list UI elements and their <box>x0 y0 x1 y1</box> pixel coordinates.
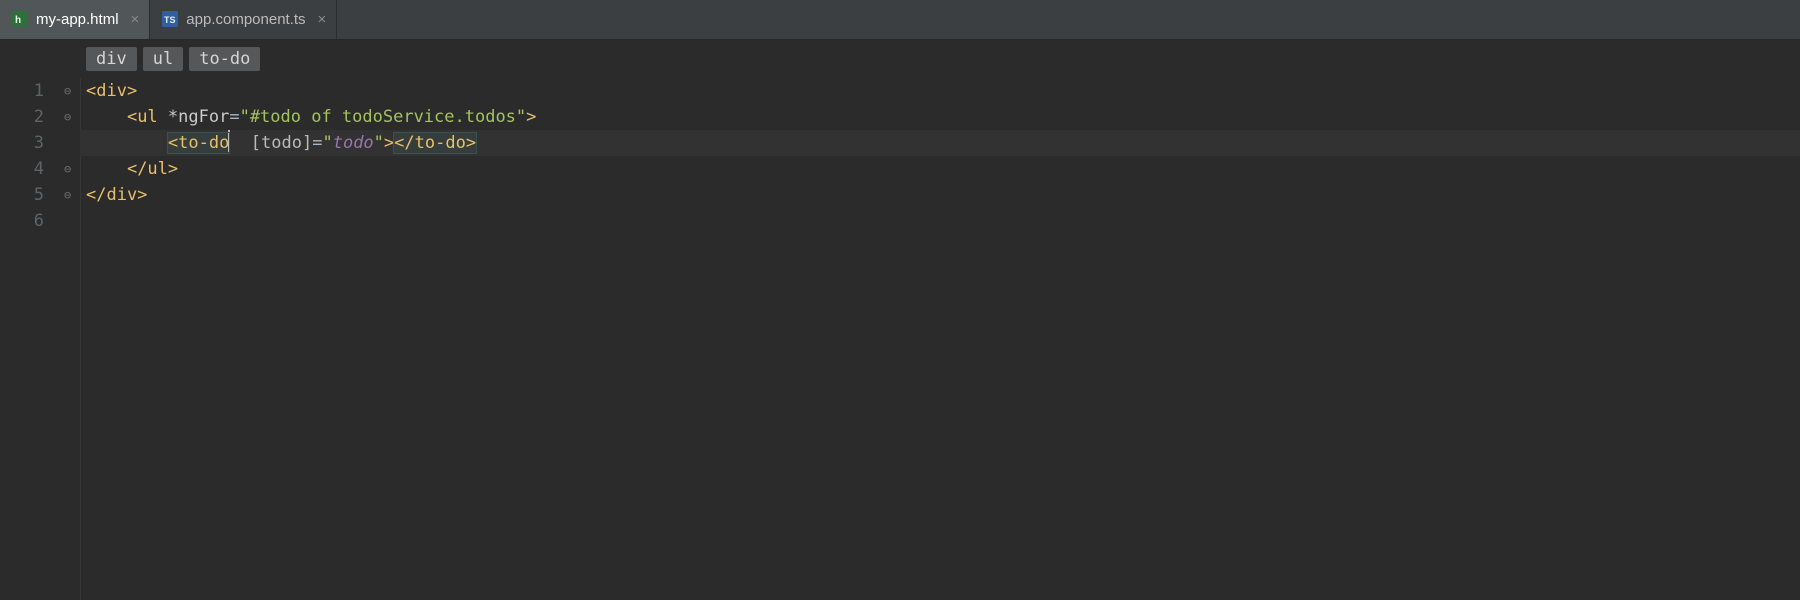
code-token: " <box>374 133 384 153</box>
code-token: todo <box>333 133 374 153</box>
gutter: 1 2 3 4 5 6 <box>0 78 64 600</box>
code-token: <ul <box>127 107 168 127</box>
code-token <box>86 159 127 179</box>
code-line[interactable]: </ul> <box>80 156 1800 182</box>
tab-app-component-ts[interactable]: TS app.component.ts × <box>150 0 337 39</box>
svg-text:TS: TS <box>164 15 176 25</box>
tab-label: app.component.ts <box>186 11 305 28</box>
code-token: = <box>229 107 239 127</box>
line-number: 1 <box>0 78 64 104</box>
fold-column: ⊖ ⊖ ⊖ ⊖ <box>64 78 80 600</box>
breadcrumb-item-ul[interactable]: ul <box>143 47 183 71</box>
tab-my-app-html[interactable]: h my-app.html × <box>0 0 150 39</box>
html-file-icon: h <box>12 11 28 27</box>
svg-text:h: h <box>15 15 21 26</box>
ts-file-icon: TS <box>162 11 178 27</box>
tab-label: my-app.html <box>36 11 119 28</box>
code-line[interactable]: <ul *ngFor="#todo of todoService.todos"> <box>80 104 1800 130</box>
fold-toggle-icon[interactable]: ⊖ <box>64 85 76 97</box>
code-token: " <box>322 133 332 153</box>
code-token <box>230 133 250 153</box>
code-token: = <box>312 133 322 153</box>
close-icon[interactable]: × <box>314 11 327 28</box>
code-token: *ngFor <box>168 107 229 127</box>
breadcrumb-item-div[interactable]: div <box>86 47 137 71</box>
code-token: <div> <box>86 81 137 101</box>
breadcrumb-item-to-do[interactable]: to-do <box>189 47 260 71</box>
code-token: [todo] <box>251 133 312 153</box>
code-editor[interactable]: 1 2 3 4 5 6 ⊖⊖⊖⊖ <div> <ul *ngFor="#todo… <box>0 78 1800 600</box>
fold-toggle-icon[interactable]: ⊖ <box>64 163 76 175</box>
fold-toggle-icon[interactable]: ⊖ <box>64 111 76 123</box>
tab-bar: h my-app.html × TS app.component.ts × <box>0 0 1800 40</box>
fold-toggle-icon[interactable]: ⊖ <box>64 189 76 201</box>
code-token <box>86 133 168 153</box>
code-token: </ul> <box>127 159 178 179</box>
code-line[interactable] <box>80 208 1800 234</box>
line-number: 5 <box>0 182 64 208</box>
code-token: </div> <box>86 185 147 205</box>
code-token: "#todo of todoService.todos" <box>240 107 527 127</box>
code-token: > <box>384 133 394 153</box>
code-token: <to-do <box>168 133 229 153</box>
line-number: 6 <box>0 208 64 234</box>
code-line[interactable]: </div> <box>80 182 1800 208</box>
code-token: > <box>526 107 536 127</box>
breadcrumb: div ul to-do <box>0 40 1800 78</box>
line-number: 2 <box>0 104 64 130</box>
code-token <box>86 107 127 127</box>
line-number: 4 <box>0 156 64 182</box>
code-line[interactable]: <div> <box>80 78 1800 104</box>
code-token: </to-do> <box>394 133 476 153</box>
line-number: 3 <box>0 130 64 156</box>
code-area[interactable]: <div> <ul *ngFor="#todo of todoService.t… <box>80 78 1800 600</box>
close-icon[interactable]: × <box>127 11 140 28</box>
code-line[interactable]: <to-do [todo]="todo"></to-do> <box>80 130 1800 156</box>
